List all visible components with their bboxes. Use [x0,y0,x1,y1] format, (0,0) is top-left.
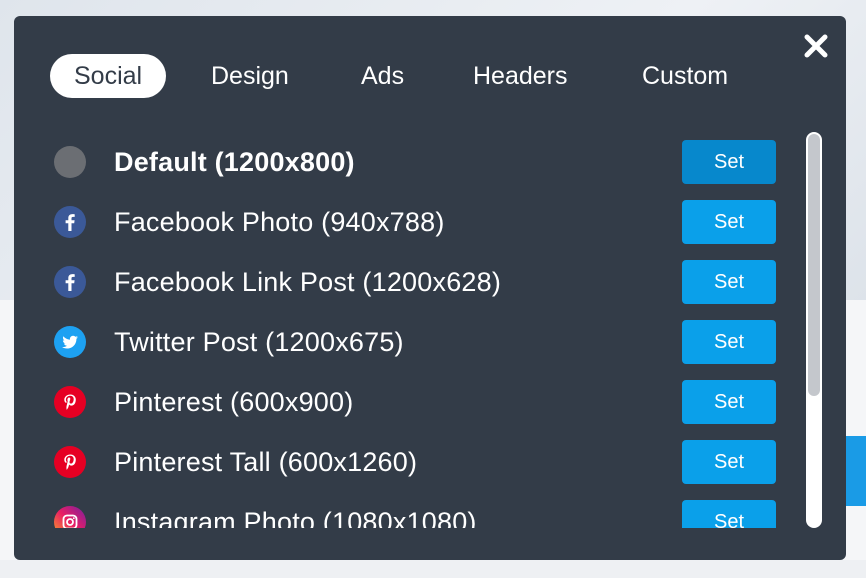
item-label: Facebook Photo (940x788) [114,207,445,237]
background-strip [0,560,866,578]
tab-headers[interactable]: Headers [473,54,568,98]
facebook-icon [54,206,86,238]
set-button[interactable]: Set [682,380,776,424]
list-item: Facebook Photo (940x788) Set [14,192,804,252]
item-label: Pinterest Tall (600x1260) [114,447,418,477]
set-button[interactable]: Set [682,200,776,244]
set-button[interactable]: Set [682,500,776,528]
twitter-icon [54,326,86,358]
set-button[interactable]: Set [682,440,776,484]
scrollbar-thumb[interactable] [808,134,820,396]
list-item: Instagram Photo (1080x1080) Set [14,492,804,528]
pinterest-icon [54,446,86,478]
list-item: Pinterest (600x900) Set [14,372,804,432]
preset-list: Default (1200x800) Set Facebook Photo (9… [14,132,846,528]
list-item: Twitter Post (1200x675) Set [14,312,804,372]
item-label: Pinterest (600x900) [114,387,354,417]
set-button[interactable]: Set [682,260,776,304]
tab-design[interactable]: Design [211,54,289,98]
pinterest-icon [54,386,86,418]
tab-social[interactable]: Social [50,54,167,98]
set-button[interactable]: Set [682,320,776,364]
facebook-icon [54,266,86,298]
item-label: Facebook Link Post (1200x628) [114,267,502,297]
set-button[interactable]: Set [682,140,776,184]
item-label: Twitter Post (1200x675) [114,327,404,357]
tab-ads[interactable]: Ads [361,54,404,98]
item-label: Default (1200x800) [114,147,355,177]
default-circle-icon [54,146,86,178]
size-presets-popup: Social Design Ads Headers Custom Default… [14,16,846,560]
list-scrollbar[interactable] [806,132,822,528]
instagram-icon [54,506,86,528]
tab-custom[interactable]: Custom [642,54,728,98]
item-label: Instagram Photo (1080x1080) [114,507,477,528]
close-icon [804,34,828,58]
list-item: Facebook Link Post (1200x628) Set [14,252,804,312]
list-item: Pinterest Tall (600x1260) Set [14,432,804,492]
list-item: Default (1200x800) Set [14,132,804,192]
close-button[interactable] [802,32,830,60]
